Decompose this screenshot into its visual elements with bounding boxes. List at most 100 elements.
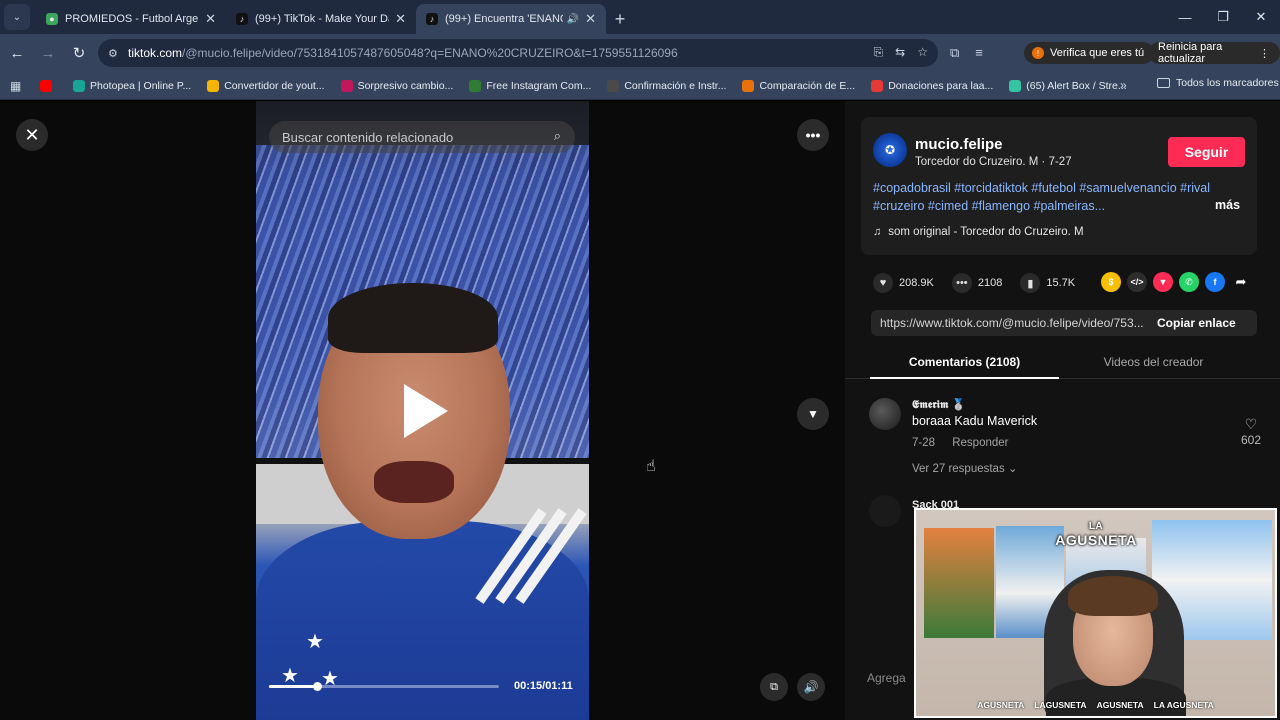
send-icon[interactable]: ▼: [1153, 272, 1173, 292]
kick-handle: AGUSNETA: [1096, 700, 1144, 710]
bookmark-label: Sorpresivo cambio...: [357, 79, 454, 92]
close-tab-icon[interactable]: ✕: [585, 11, 596, 27]
whatsapp-icon[interactable]: ✆: [1179, 272, 1199, 292]
bookmark-item[interactable]: Confirmación e Instr...: [607, 79, 726, 92]
video-progress-bar[interactable]: [269, 682, 499, 691]
bookmark-icon: ▮: [1020, 273, 1041, 293]
bookmark-star-icon[interactable]: ☆: [917, 45, 928, 60]
person-mouth-image: [374, 461, 454, 503]
tab-comments[interactable]: Comentarios (2108): [870, 355, 1059, 369]
bookmark-item[interactable]: Sorpresivo cambio...: [340, 79, 454, 92]
comment-bubble-icon: •••: [951, 273, 972, 293]
social-handles: AGUSNETA LAGUSNETA AGUSNETA LA AGUSNETA: [916, 700, 1275, 710]
instagram-handle: AGUSNETA: [977, 700, 1025, 710]
picture-in-picture-icon[interactable]: ⧉: [760, 673, 788, 701]
bookmark-item[interactable]: Donaciones para laa...: [871, 79, 993, 92]
avatar[interactable]: [869, 495, 901, 527]
close-window-icon[interactable]: ✕: [1242, 0, 1280, 34]
share-buttons: $ </> ▼ ✆ f ➦: [1101, 272, 1251, 292]
streamer-logo: LA AGUSNETA: [1055, 510, 1136, 562]
save-count: 15.7K: [1046, 277, 1076, 289]
site-info-icon[interactable]: ⚙: [108, 47, 122, 60]
follow-button[interactable]: Seguir: [1168, 137, 1245, 167]
poster-image: [924, 528, 994, 638]
close-icon[interactable]: ✕: [16, 119, 48, 151]
more-options-icon[interactable]: •••: [797, 119, 829, 151]
x-handle: LAGUSNETA: [1034, 700, 1087, 710]
tab-creator-videos[interactable]: Videos del creador: [1059, 355, 1248, 369]
tab-tiktok-search[interactable]: ♪ (99+) Encuentra 'ENANO CR 🔊 ✕: [416, 4, 606, 34]
search-icon[interactable]: ⌕: [554, 128, 561, 144]
more-button[interactable]: más: [1215, 198, 1240, 212]
comment-button[interactable]: ••• 2108: [951, 273, 1003, 293]
more-bookmarks-icon[interactable]: »: [1120, 78, 1127, 92]
heart-icon: ♥: [873, 273, 893, 293]
apps-grid-icon[interactable]: ▦: [10, 79, 26, 93]
hashtags[interactable]: #copadobrasil #torcidatiktok #futebol #s…: [873, 179, 1218, 215]
new-tab-icon[interactable]: +: [606, 4, 634, 34]
restore-icon[interactable]: ❐: [1204, 0, 1242, 34]
share-coin-icon[interactable]: $: [1101, 272, 1121, 292]
verify-identity-button[interactable]: ! Verifica que eres tú: [1024, 42, 1155, 64]
copy-link-button[interactable]: Copiar enlace: [1147, 316, 1236, 330]
avatar[interactable]: ✪: [873, 133, 907, 167]
bookmark-item[interactable]: [40, 79, 57, 92]
warning-icon: !: [1032, 47, 1044, 59]
add-comment-input[interactable]: Agrega: [867, 671, 906, 685]
comment-like-button[interactable]: ♡ 602: [1241, 416, 1261, 447]
reload-icon[interactable]: ↻: [65, 39, 93, 67]
forward-icon[interactable]: →: [34, 39, 62, 67]
user-subtitle: Torcedor do Cruzeiro. M · 7-27: [915, 156, 1072, 168]
photopea-icon: [73, 79, 85, 92]
address-bar[interactable]: ⚙ tiktok.com /@mucio.felipe/video/753184…: [98, 39, 938, 67]
comment-count: 2108: [977, 277, 1003, 289]
w-icon: [469, 79, 482, 92]
promiedos-favicon-icon: ●: [46, 13, 58, 25]
avatar[interactable]: [869, 398, 901, 430]
news-icon: [340, 79, 353, 92]
bookmark-item[interactable]: Free Instagram Com...: [469, 79, 592, 92]
streamer-webcam-overlay: LA AGUSNETA AGUSNETA LAGUSNETA AGUSNETA …: [914, 508, 1277, 718]
volume-icon[interactable]: 🔊: [797, 673, 825, 701]
restart-update-button[interactable]: Reinicia para actualizar ⋮: [1148, 41, 1280, 65]
bookmark-item[interactable]: Convertidor de yout...: [207, 79, 325, 92]
chevron-down-icon[interactable]: ▼: [797, 398, 829, 430]
install-app-icon[interactable]: ⎘: [874, 45, 884, 60]
minimize-icon[interactable]: —: [1166, 0, 1204, 34]
star-icon: ★: [306, 631, 324, 653]
tab-promiedos[interactable]: ● PROMIEDOS - Futbol Argentino ✕: [36, 4, 226, 34]
bookmark-item[interactable]: Comparación de E...: [742, 79, 855, 92]
tab-search-chevron-icon[interactable]: ⌄: [4, 4, 30, 30]
bookmark-item[interactable]: (65) Alert Box / Stre...: [1009, 79, 1127, 92]
comment-username[interactable]: 𝕰𝖒𝖊𝖗𝖎𝖒 🥈: [912, 398, 965, 412]
close-tab-icon[interactable]: ✕: [205, 11, 216, 27]
facebook-icon[interactable]: f: [1205, 272, 1225, 292]
back-icon[interactable]: ←: [3, 39, 31, 67]
music-info[interactable]: ♫ som original - Torcedor do Cruzeiro. M: [873, 226, 1084, 238]
comment-date: 7-28: [912, 437, 936, 449]
bookmark-item[interactable]: Photopea | Online P...: [73, 79, 191, 92]
converter-icon: [207, 79, 220, 92]
bookmark-label: Free Instagram Com...: [486, 79, 592, 92]
close-tab-icon[interactable]: ✕: [395, 11, 406, 27]
save-button[interactable]: ▮ 15.7K: [1020, 273, 1075, 293]
play-icon[interactable]: [404, 384, 448, 438]
bookmark-label: Convertidor de yout...: [224, 79, 325, 92]
related-search-input[interactable]: Buscar contenido relacionado ⌕: [269, 121, 575, 153]
menu-kebab-icon[interactable]: ⋮: [1259, 47, 1270, 60]
speaker-icon[interactable]: 🔊: [567, 14, 579, 25]
tab-tiktok-home[interactable]: ♪ (99+) TikTok - Make Your Day ✕: [226, 4, 416, 34]
username[interactable]: mucio.felipe: [915, 136, 1003, 153]
video-link[interactable]: https://www.tiktok.com/@mucio.felipe/vid…: [871, 316, 1147, 330]
share-arrow-icon[interactable]: ➦: [1231, 272, 1251, 292]
all-bookmarks-folder[interactable]: Todos los marcadores: [1157, 77, 1279, 89]
view-replies-button[interactable]: Ver 27 respuestas ⌄: [912, 461, 1018, 475]
verify-label: Verifica que eres tú: [1050, 47, 1145, 59]
embed-code-icon[interactable]: </>: [1127, 272, 1147, 292]
media-control-icon[interactable]: ≡: [975, 45, 983, 61]
video-timecode: 00:15/01:11: [514, 680, 573, 692]
like-button[interactable]: ♥ 208.9K: [873, 273, 934, 293]
translate-icon[interactable]: ⇆: [895, 45, 905, 60]
extensions-icon[interactable]: ⧉: [950, 45, 959, 61]
reply-button[interactable]: Responder: [952, 437, 1008, 449]
